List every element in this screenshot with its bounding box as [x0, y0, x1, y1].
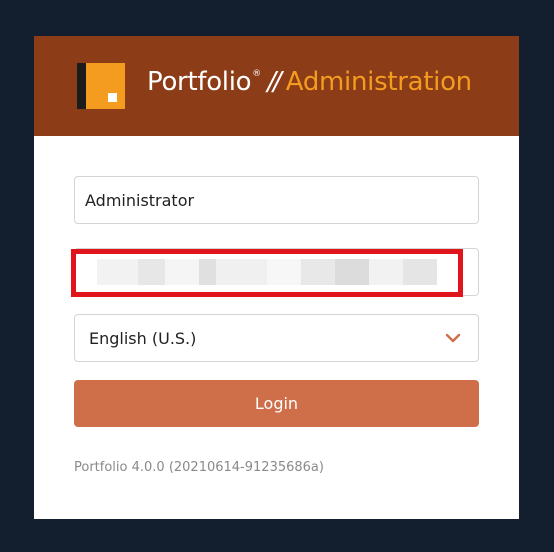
language-selected-value: English (U.S.)	[89, 329, 197, 348]
header-banner: Portfolio ® // Administration	[34, 36, 519, 136]
version-text: Portfolio 4.0.0 (20210614-91235686a)	[74, 460, 324, 475]
portfolio-logo-icon	[77, 63, 125, 109]
logo-dot	[108, 93, 117, 102]
brand-separator: //	[267, 67, 281, 97]
chevron-down-icon[interactable]	[444, 329, 462, 347]
language-select[interactable]: English (U.S.)	[74, 314, 479, 362]
username-input[interactable]	[75, 177, 478, 223]
password-highlight-box	[71, 249, 463, 297]
section-title: Administration	[285, 67, 472, 97]
registered-mark: ®	[252, 69, 262, 79]
login-card: Portfolio ® // Administration English (U…	[34, 36, 519, 519]
logo-bar	[77, 63, 86, 109]
login-button[interactable]: Login	[74, 380, 479, 427]
brand-title: Portfolio ® // Administration	[147, 67, 472, 107]
username-field[interactable]	[74, 176, 479, 224]
brand-name: Portfolio	[147, 67, 252, 97]
